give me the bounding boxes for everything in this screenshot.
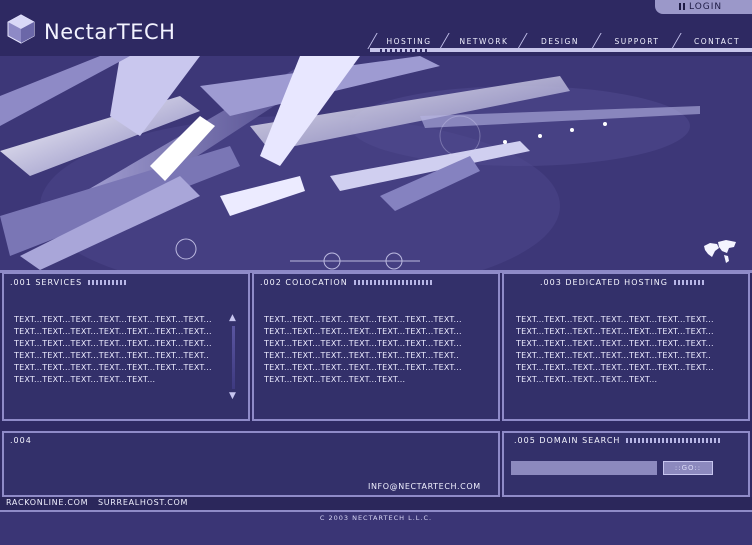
brand-name[interactable]: NectarTECH: [44, 20, 175, 44]
panel-colocation-title: .002 COLOCATION: [260, 278, 434, 287]
panel-colocation: .002 COLOCATION TEXT...TEXT...TEXT...TEX…: [252, 272, 500, 421]
nav-network[interactable]: NETWORK: [450, 33, 518, 49]
nav-support[interactable]: SUPPORT: [602, 33, 672, 49]
scrollbar-track[interactable]: [232, 326, 235, 389]
login-link[interactable]: LOGIN: [655, 0, 752, 14]
nav-hosting[interactable]: HOSTING: [378, 33, 440, 49]
login-grid-icon: [679, 3, 686, 10]
nav-design[interactable]: DESIGN: [528, 33, 592, 49]
panel-domain-title: .005 DOMAIN SEARCH: [514, 436, 723, 445]
panel-colocation-text: TEXT...TEXT...TEXT...TEXT...TEXT...TEXT.…: [264, 315, 462, 384]
panel-dedicated-title: .003 DEDICATED HOSTING: [540, 278, 704, 287]
go-button[interactable]: ::GO::: [663, 461, 713, 475]
panel-dedicated-text: TEXT...TEXT...TEXT...TEXT...TEXT...TEXT.…: [516, 315, 714, 384]
footer-link-surrealhost[interactable]: SURREALHOST.COM: [98, 498, 188, 507]
panel-services: .001 SERVICES TEXT...TEXT...TEXT...TEXT.…: [2, 272, 250, 421]
nav-dots-decoration: [380, 49, 430, 54]
panel-004-title: .004: [10, 436, 32, 445]
hero-banner: [0, 56, 752, 270]
login-label: LOGIN: [689, 2, 723, 12]
scroll-down-arrow-icon[interactable]: ▼: [229, 391, 236, 401]
footer-links: RACKONLINE.COM SURREALHOST.COM: [6, 498, 188, 507]
copyright-text: C 2003 NECTARTECH L.L.C.: [319, 514, 433, 522]
panel-services-title: .001 SERVICES: [10, 278, 129, 287]
scroll-up-arrow-icon[interactable]: ▲: [229, 313, 236, 323]
panel-dedicated-hosting: .003 DEDICATED HOSTING TEXT...TEXT...TEX…: [502, 272, 750, 421]
contact-email-link[interactable]: INFO@NECTARTECH.COM: [368, 482, 481, 491]
panel-services-text: TEXT...TEXT...TEXT...TEXT...TEXT...TEXT.…: [14, 315, 212, 384]
hero-crystal-art: [0, 56, 752, 270]
logo-cube-icon[interactable]: [6, 14, 36, 44]
nav-contact[interactable]: CONTACT: [682, 33, 752, 49]
footer-link-rackonline[interactable]: RACKONLINE.COM: [6, 498, 88, 507]
domain-search-input[interactable]: [511, 461, 657, 475]
